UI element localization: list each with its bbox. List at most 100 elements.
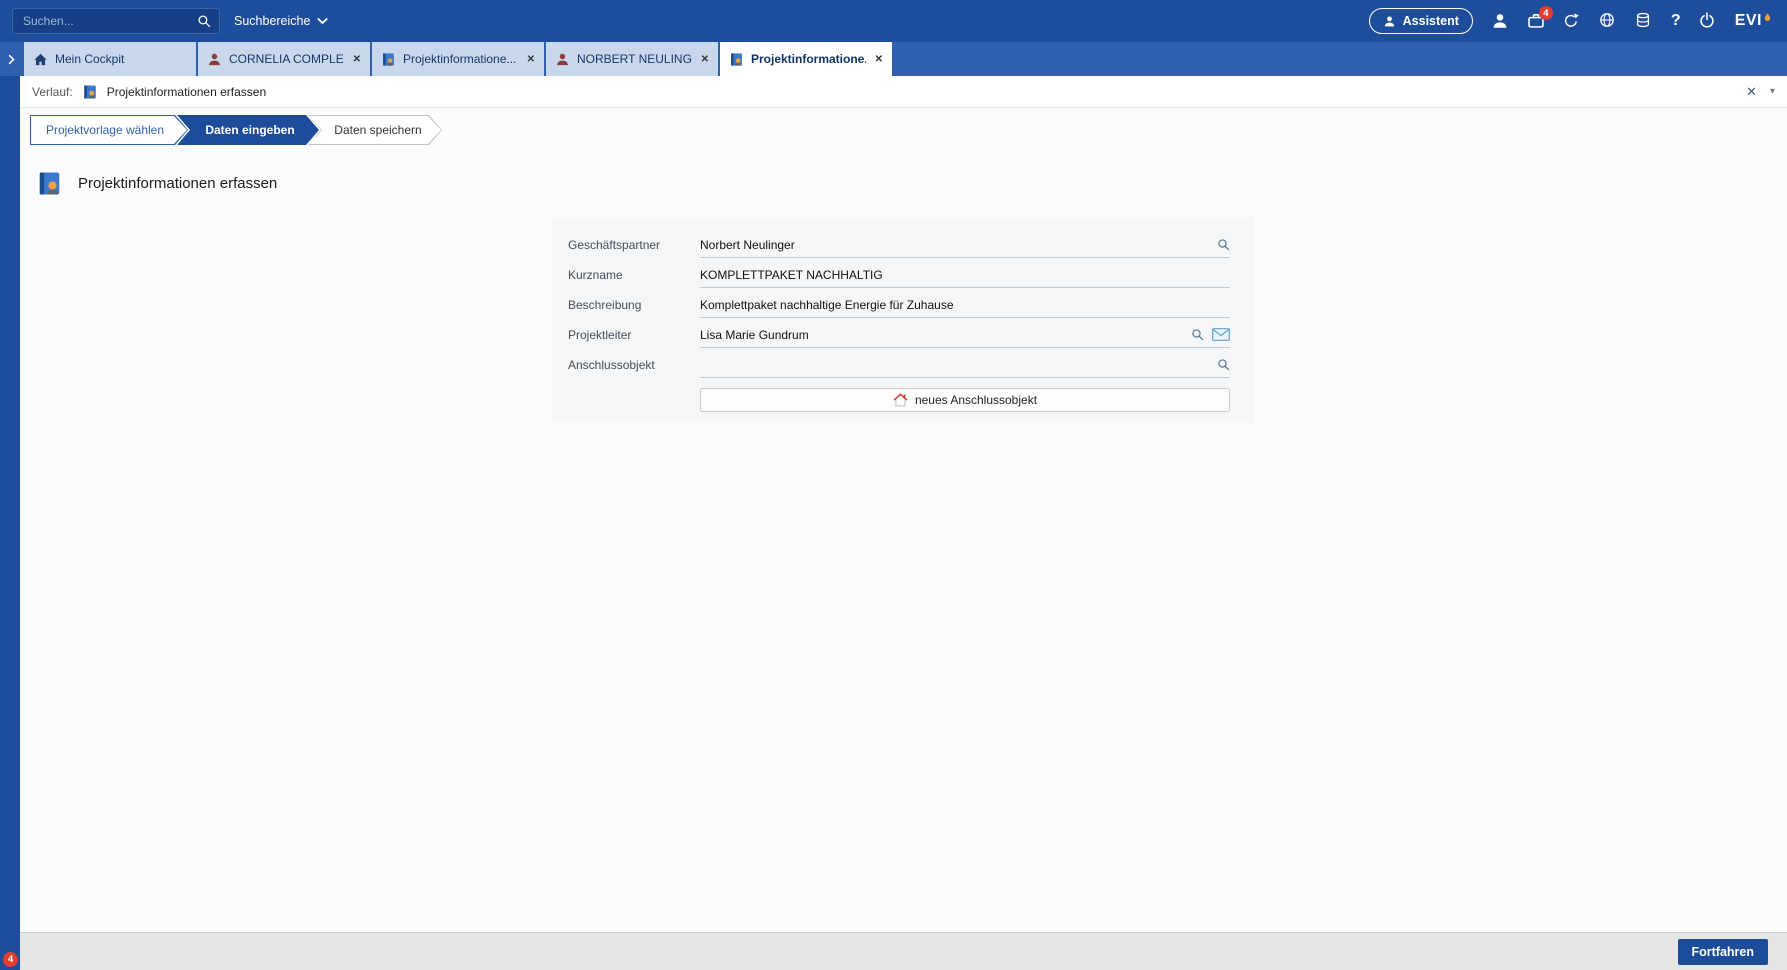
search-scope-label: Suchbereiche (234, 14, 310, 28)
beschreibung-input[interactable] (700, 298, 1230, 312)
assistant-person-icon (1383, 15, 1396, 28)
user-icon (1491, 12, 1509, 30)
tab-label: Projektinformatione... (751, 52, 866, 66)
field-label: Kurzname (568, 268, 700, 282)
database-button[interactable] (1635, 12, 1653, 30)
wizard-step-daten-eingeben[interactable]: Daten eingeben (177, 115, 319, 145)
chevron-right-icon (8, 54, 15, 65)
field-label: Beschreibung (568, 298, 700, 312)
wizard-steps: Projektvorlage wählen Daten eingeben Dat… (30, 115, 442, 145)
person-icon (555, 52, 570, 67)
corner-notification-badge[interactable]: 4 (3, 952, 18, 967)
anschlussobjekt-field (700, 352, 1230, 378)
projektleiter-input[interactable] (700, 328, 1183, 342)
close-icon[interactable]: ✕ (353, 54, 361, 65)
search-icon[interactable] (1217, 358, 1230, 371)
inbox-button[interactable]: 4 (1527, 12, 1545, 30)
search-scope-dropdown[interactable]: Suchbereiche (234, 14, 328, 28)
application-window: Suchbereiche Assistent 4 (0, 0, 1787, 970)
help-button[interactable]: ? (1671, 13, 1681, 29)
geschaeftspartner-field (700, 232, 1230, 258)
tab-label: CORNELIA COMPLE... (229, 52, 344, 66)
search-icon[interactable] (197, 14, 211, 28)
globe-icon (1599, 12, 1615, 28)
notification-badge: 4 (1539, 6, 1553, 20)
form-row-geschaeftspartner: Geschäftspartner (568, 230, 1230, 260)
wizard-step-label: Projektvorlage wählen (30, 115, 188, 145)
logout-button[interactable] (1699, 12, 1717, 30)
tab-bar: Mein Cockpit CORNELIA COMPLE... ✕ Projek… (0, 42, 1787, 76)
new-connection-object-row: neues Anschlussobjekt (568, 388, 1230, 412)
database-icon (1635, 12, 1651, 28)
project-icon (729, 52, 744, 67)
history-label: Verlauf: (32, 85, 73, 99)
assistant-label: Assistent (1403, 14, 1459, 28)
tab-projektinformationen-2-active[interactable]: Projektinformatione... ✕ (720, 42, 892, 76)
page-title: Projektinformationen erfassen (78, 175, 277, 192)
web-portal-button[interactable] (1599, 12, 1617, 30)
chevron-down-icon (317, 17, 328, 25)
brand-text: EVI (1735, 12, 1762, 30)
house-icon (893, 393, 908, 407)
tab-projektinformationen-1[interactable]: Projektinformatione... ✕ (372, 42, 544, 76)
kurzname-input[interactable] (700, 268, 1230, 282)
anschlussobjekt-input[interactable] (700, 358, 1209, 372)
tab-label: NORBERT NEULINGE... (577, 52, 692, 66)
flame-icon (1764, 13, 1771, 22)
new-connection-object-button[interactable]: neues Anschlussobjekt (700, 388, 1230, 412)
undo-button[interactable] (1563, 12, 1581, 30)
continue-button[interactable]: Fortfahren (1678, 939, 1769, 965)
search-icon[interactable] (1217, 238, 1230, 251)
caret-down-icon[interactable]: ▾ (1770, 86, 1775, 97)
close-icon[interactable]: ✕ (527, 54, 535, 65)
main-content: Verlauf: Projektinformationen erfassen ✕… (20, 76, 1787, 932)
history-entry[interactable]: Projektinformationen erfassen (107, 85, 266, 99)
project-icon (36, 170, 63, 197)
wizard-step-projektvorlage-waehlen[interactable]: Projektvorlage wählen (30, 115, 188, 145)
spacer (568, 388, 700, 412)
projektleiter-field (700, 322, 1230, 348)
field-label: Anschlussobjekt (568, 358, 700, 372)
project-icon (381, 52, 396, 67)
history-bar: Verlauf: Projektinformationen erfassen ✕… (20, 76, 1787, 108)
top-bar: Suchbereiche Assistent 4 (0, 0, 1787, 42)
search-icon[interactable] (1191, 328, 1204, 341)
project-form-panel: Geschäftspartner Kurzname Beschreibung (552, 217, 1254, 423)
new-connection-object-label: neues Anschlussobjekt (915, 393, 1037, 407)
person-icon (207, 52, 222, 67)
tab-mein-cockpit[interactable]: Mein Cockpit (24, 42, 196, 76)
wizard-step-label: Daten eingeben (177, 115, 319, 145)
wizard-step-daten-speichern[interactable]: Daten speichern (308, 115, 442, 145)
close-icon[interactable]: ✕ (1746, 84, 1757, 100)
field-label: Geschäftspartner (568, 238, 700, 252)
tab-norbert[interactable]: NORBERT NEULINGE... ✕ (546, 42, 718, 76)
tab-label: Projektinformatione... (403, 52, 518, 66)
wizard-step-label: Daten speichern (308, 115, 442, 145)
power-icon (1699, 12, 1715, 28)
close-icon[interactable]: ✕ (875, 54, 883, 65)
kurzname-field (700, 262, 1230, 288)
mail-icon[interactable] (1212, 328, 1230, 341)
form-row-kurzname: Kurzname (568, 260, 1230, 290)
brand-logo: EVI (1735, 12, 1771, 30)
form-row-beschreibung: Beschreibung (568, 290, 1230, 320)
tab-scroll-left-button[interactable] (0, 42, 22, 76)
close-icon[interactable]: ✕ (701, 54, 709, 65)
form-row-anschlussobjekt: Anschlussobjekt (568, 350, 1230, 380)
field-label: Projektleiter (568, 328, 700, 342)
search-input[interactable] (21, 13, 197, 29)
form-row-projektleiter: Projektleiter (568, 320, 1230, 350)
top-bar-actions: Assistent 4 ? EVI (1369, 8, 1775, 34)
home-icon (33, 52, 48, 67)
left-side-strip (0, 76, 20, 970)
global-search[interactable] (12, 8, 220, 34)
geschaeftspartner-input[interactable] (700, 238, 1209, 252)
bottom-action-bar: Fortfahren (20, 932, 1787, 970)
tab-cornelia[interactable]: CORNELIA COMPLE... ✕ (198, 42, 370, 76)
assistant-button[interactable]: Assistent (1369, 8, 1473, 34)
user-profile-button[interactable] (1491, 12, 1509, 30)
tab-label: Mein Cockpit (55, 52, 187, 66)
page-heading: Projektinformationen erfassen (36, 170, 277, 197)
undo-icon (1563, 12, 1579, 28)
project-icon (82, 84, 98, 100)
